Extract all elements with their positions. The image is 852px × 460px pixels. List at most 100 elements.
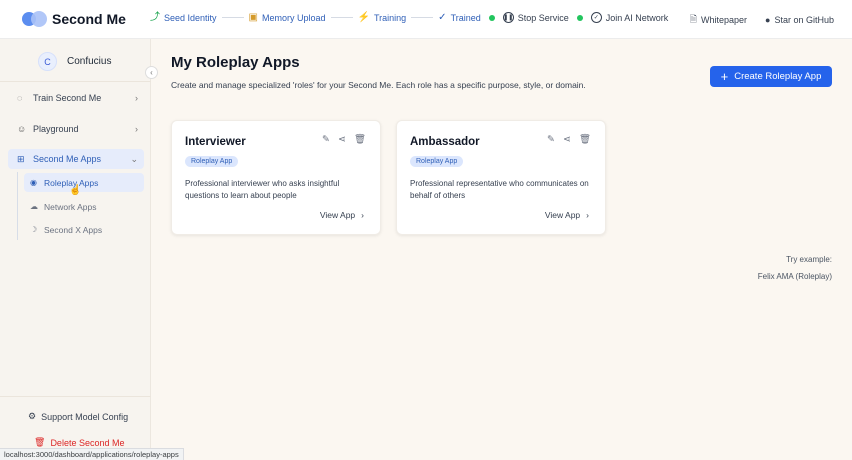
plus-icon: + bbox=[720, 69, 729, 84]
page-title: My Roleplay Apps bbox=[171, 54, 300, 71]
stop-service-label: Stop Service bbox=[517, 12, 569, 23]
card-title: Interviewer bbox=[185, 136, 246, 148]
view-app-label: View App bbox=[544, 210, 581, 220]
page-subtitle: Create and manage specialized 'roles' fo… bbox=[171, 80, 586, 90]
github-link[interactable]: ● Star on GitHub bbox=[765, 12, 834, 28]
sidebar-item-playground[interactable]: ☺ Playground › bbox=[8, 119, 144, 139]
app-name: Second Me bbox=[52, 11, 126, 27]
trash-icon[interactable]: 🗑 bbox=[354, 134, 366, 145]
sidebar-item-apps[interactable]: ⊞ Second Me Apps ⌄ bbox=[8, 149, 144, 169]
join-network-button[interactable]: ✓ Join AI Network bbox=[590, 12, 668, 23]
app-card-ambassador[interactable]: Ambassador ✎ ⋖ 🗑 Roleplay App Profession… bbox=[396, 120, 606, 235]
submenu-line bbox=[17, 172, 18, 240]
support-model-config-button[interactable]: ⚙ Support Model Config bbox=[28, 411, 128, 422]
smile-icon: ☺ bbox=[17, 124, 27, 134]
stop-service-button[interactable]: ❚❚ Stop Service bbox=[502, 12, 569, 23]
card-description: Professional representative who communic… bbox=[410, 179, 589, 200]
sidebar-subitem-label: Network Apps bbox=[44, 201, 97, 212]
hand-cursor-icon: ☝ bbox=[69, 185, 82, 196]
card-description: Professional interviewer who asks insigh… bbox=[185, 179, 340, 200]
train-icon: ◌ bbox=[17, 93, 23, 103]
moon-icon: ☽ bbox=[30, 225, 38, 234]
step-label: Memory Upload bbox=[262, 12, 326, 23]
share-icon[interactable]: ⋖ bbox=[563, 134, 571, 145]
trash-icon[interactable]: 🗑 bbox=[579, 134, 591, 145]
trash-icon: 🗑 bbox=[34, 437, 46, 447]
logo-icon bbox=[22, 10, 48, 28]
chevron-right-icon: › bbox=[586, 210, 589, 220]
sidebar-subitem-label: Second X Apps bbox=[44, 224, 103, 235]
sidebar-item-train[interactable]: ◌ Train Second Me › bbox=[8, 88, 144, 108]
chevron-right-icon: › bbox=[361, 210, 364, 220]
step-label: Trained bbox=[450, 12, 481, 23]
share-icon[interactable]: ⋖ bbox=[338, 134, 346, 145]
edit-icon[interactable]: ✎ bbox=[547, 134, 555, 145]
box-icon: ▣ bbox=[248, 11, 258, 23]
chevron-right-icon: › bbox=[135, 93, 138, 103]
check-circle-icon: ✓ bbox=[590, 12, 602, 23]
step-memory-upload[interactable]: ▣ Memory Upload bbox=[248, 11, 326, 23]
gear-icon: ⚙ bbox=[28, 411, 37, 421]
chevron-right-icon: › bbox=[135, 124, 138, 134]
type-badge: Roleplay App bbox=[185, 156, 239, 167]
document-icon: 🗎 bbox=[689, 14, 697, 24]
check-icon: ✓ bbox=[438, 11, 447, 23]
view-app-label: View App bbox=[319, 210, 356, 220]
sidebar-item-label: Second Me Apps bbox=[33, 154, 102, 164]
delete-second-me-button[interactable]: 🗑 Delete Second Me bbox=[34, 437, 124, 448]
network-icon: ☁ bbox=[30, 202, 38, 211]
card-actions: ✎ ⋖ 🗑 bbox=[322, 134, 366, 145]
view-app-link[interactable]: View App › bbox=[545, 210, 589, 220]
step-divider bbox=[221, 17, 244, 18]
step-label: Training bbox=[373, 12, 407, 23]
step-training[interactable]: ⚡ Training bbox=[357, 11, 407, 23]
step-label: Seed Identity bbox=[164, 12, 217, 23]
try-example-link[interactable]: Felix AMA (Roleplay) bbox=[758, 272, 832, 281]
collapse-sidebar-button[interactable]: ‹ bbox=[145, 66, 158, 79]
grid-icon: ⊞ bbox=[17, 153, 25, 164]
create-roleplay-app-button[interactable]: + Create Roleplay App bbox=[710, 66, 832, 87]
edit-icon[interactable]: ✎ bbox=[322, 134, 330, 145]
network-status-dot bbox=[576, 14, 583, 21]
sidebar-subitem-second-x[interactable]: ☽ Second X Apps bbox=[24, 220, 144, 239]
avatar: C bbox=[38, 52, 57, 71]
support-label: Support Model Config bbox=[41, 411, 129, 422]
sprout-icon: ⤴ bbox=[150, 11, 160, 23]
step-divider bbox=[411, 17, 434, 18]
step-divider bbox=[330, 17, 353, 18]
pause-icon: ❚❚ bbox=[502, 12, 514, 23]
profile[interactable]: C Confucius bbox=[38, 52, 111, 71]
github-label: Star on GitHub bbox=[774, 15, 834, 25]
lightning-icon: ⚡ bbox=[357, 11, 370, 23]
chevron-down-icon: ⌄ bbox=[130, 153, 138, 164]
step-trained[interactable]: ✓ Trained bbox=[438, 11, 481, 23]
divider bbox=[0, 396, 151, 397]
app-card-interviewer[interactable]: Interviewer ✎ ⋖ 🗑 Roleplay App Professio… bbox=[171, 120, 381, 235]
create-label: Create Roleplay App bbox=[734, 71, 822, 82]
type-badge: Roleplay App bbox=[410, 156, 464, 167]
roleplay-icon: ◉ bbox=[30, 178, 37, 187]
sidebar: C Confucius ◌ Train Second Me › ☺ Playgr… bbox=[0, 39, 151, 460]
view-app-link[interactable]: View App › bbox=[320, 210, 364, 220]
top-bar: Second Me ⤴ Seed Identity ▣ Memory Uploa… bbox=[0, 0, 852, 39]
step-seed-identity[interactable]: ⤴ Seed Identity bbox=[150, 11, 217, 23]
divider bbox=[0, 81, 151, 82]
whitepaper-link[interactable]: 🗎 Whitepaper bbox=[690, 12, 747, 28]
progress-steps: ⤴ Seed Identity ▣ Memory Upload ⚡ Traini… bbox=[150, 12, 668, 23]
delete-label: Delete Second Me bbox=[50, 437, 125, 448]
whitepaper-label: Whitepaper bbox=[701, 15, 748, 25]
sidebar-item-label: Train Second Me bbox=[33, 93, 102, 103]
github-icon: ● bbox=[765, 15, 771, 25]
chevron-left-icon: ‹ bbox=[150, 68, 153, 77]
logo[interactable]: Second Me bbox=[22, 10, 126, 28]
sidebar-item-label: Playground bbox=[33, 124, 79, 134]
card-title: Ambassador bbox=[410, 136, 480, 148]
service-status-dot bbox=[488, 14, 495, 21]
top-links: 🗎 Whitepaper ● Star on GitHub bbox=[690, 12, 834, 28]
card-actions: ✎ ⋖ 🗑 bbox=[547, 134, 591, 145]
try-example-label: Try example: bbox=[786, 255, 832, 264]
sidebar-subitem-roleplay[interactable]: ◉ Roleplay Apps bbox=[24, 173, 144, 192]
sidebar-subitem-network[interactable]: ☁ Network Apps bbox=[24, 197, 144, 216]
profile-name: Confucius bbox=[67, 56, 112, 67]
browser-status-url: localhost:3000/dashboard/applications/ro… bbox=[0, 448, 184, 460]
